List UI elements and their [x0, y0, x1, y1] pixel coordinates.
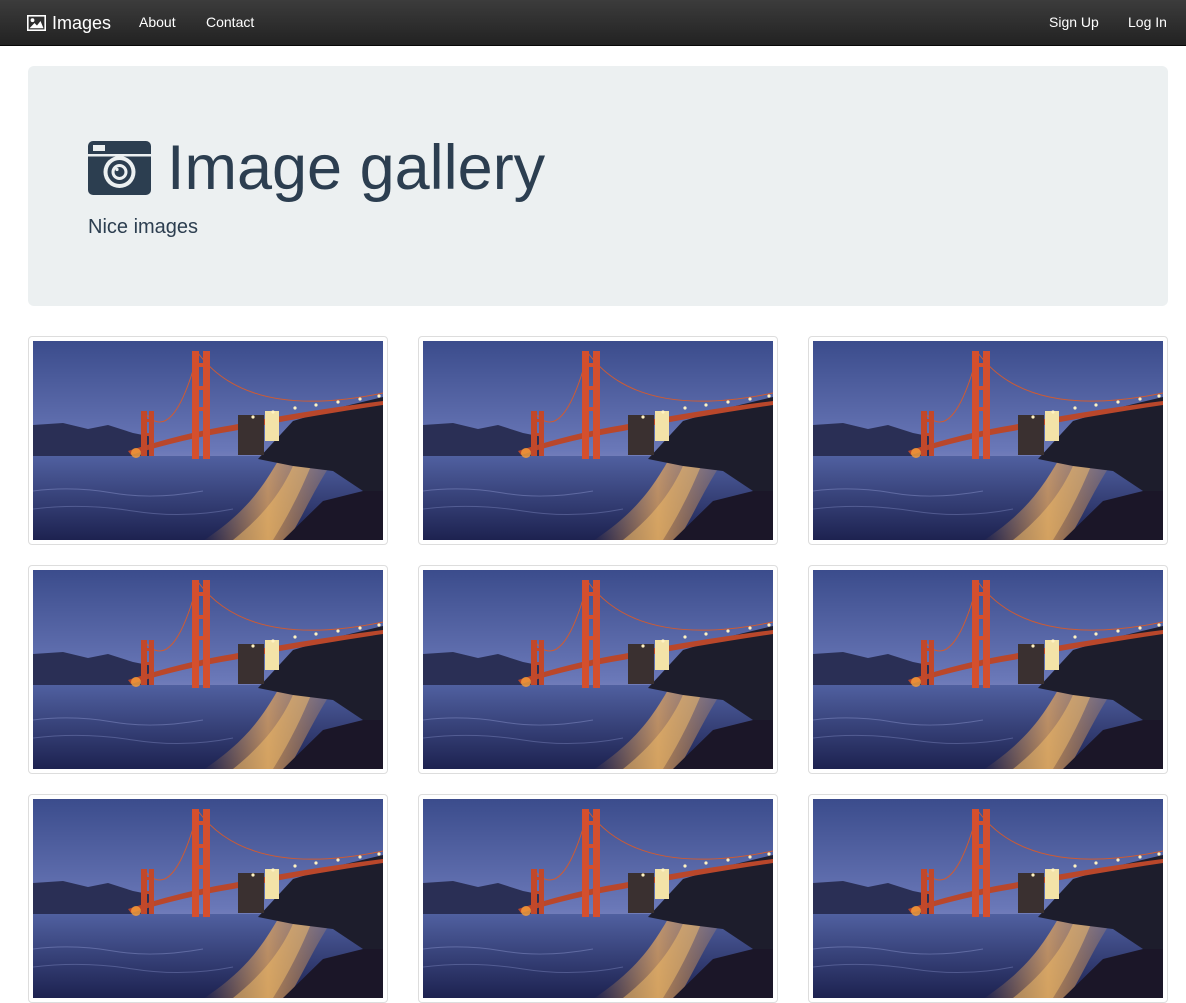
jumbotron: Image gallery Nice images	[28, 66, 1168, 306]
nav-link-about[interactable]: About	[139, 0, 176, 44]
gallery-thumbnail[interactable]	[418, 336, 778, 545]
gallery-thumbnail[interactable]	[418, 565, 778, 774]
gallery-thumbnail[interactable]	[28, 565, 388, 774]
picture-icon	[27, 15, 46, 31]
nav-link-sign-up[interactable]: Sign Up	[1049, 0, 1099, 44]
page-title-text: Image gallery	[167, 132, 546, 203]
gallery-thumbnail[interactable]	[28, 336, 388, 545]
gallery-thumbnail[interactable]	[808, 336, 1168, 545]
camera-icon	[88, 141, 151, 195]
nav-link-log-in[interactable]: Log In	[1128, 0, 1167, 44]
brand-link[interactable]: Images	[27, 0, 111, 46]
gallery-thumbnail[interactable]	[28, 794, 388, 1003]
navbar: Images About Contact Sign Up Log In	[0, 0, 1186, 46]
page-title: Image gallery	[88, 136, 545, 200]
gallery-thumbnail[interactable]	[808, 794, 1168, 1003]
brand-label: Images	[52, 12, 112, 33]
gallery-thumbnail[interactable]	[808, 565, 1168, 774]
nav-link-contact[interactable]: Contact	[206, 0, 254, 44]
page-subtitle: Nice images	[88, 216, 199, 238]
gallery-thumbnail[interactable]	[418, 794, 778, 1003]
